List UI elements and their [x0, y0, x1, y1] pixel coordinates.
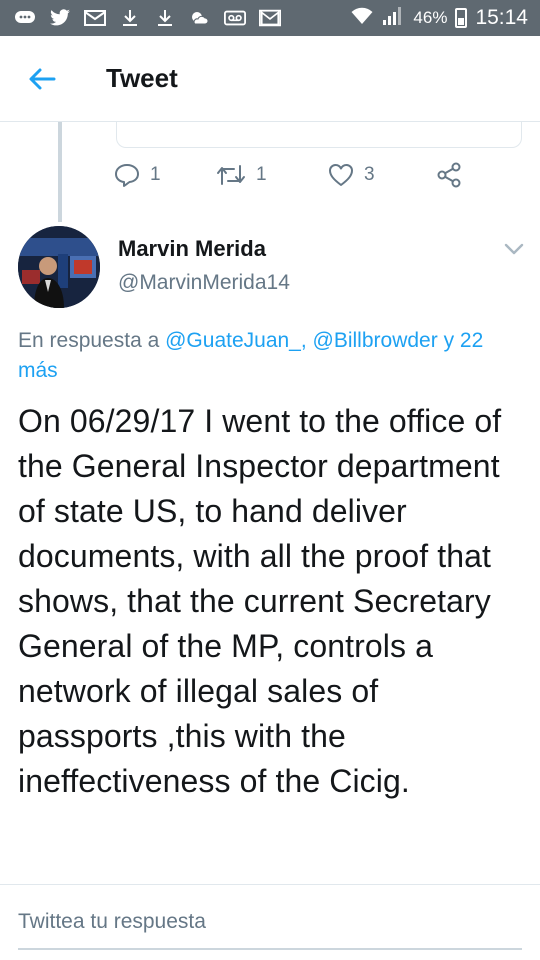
tweet-menu-button[interactable]	[500, 238, 528, 260]
top-app-bar: Tweet	[0, 36, 540, 122]
download-icon	[154, 9, 176, 27]
heart-icon	[329, 164, 353, 186]
replying-to: En respuesta a @GuateJuan_, @Billbrowder…	[18, 326, 528, 386]
tweet-text: On 06/29/17 I went to the office of the …	[18, 403, 502, 799]
twitter-bird-icon	[49, 9, 71, 27]
mail-icon	[84, 9, 106, 27]
chat-icon	[14, 9, 36, 27]
share-icon	[437, 162, 461, 188]
share-button[interactable]	[436, 162, 462, 188]
page-title: Tweet	[106, 63, 178, 93]
author-handle[interactable]: @MarvinMerida14	[118, 271, 290, 295]
mention-link[interactable]: @GuateJuan_,	[165, 329, 307, 352]
download-icon	[119, 9, 141, 27]
back-arrow-icon	[29, 68, 56, 89]
divider	[0, 884, 540, 885]
retweet-count: 1	[256, 164, 267, 185]
thread-connector-line	[58, 122, 62, 222]
replying-to-prefix: En respuesta a	[18, 329, 160, 352]
reply-count: 1	[150, 164, 161, 185]
profile-photo	[18, 226, 100, 308]
weather-icon	[189, 9, 211, 27]
reply-icon	[115, 164, 139, 187]
like-button[interactable]: 3	[328, 163, 436, 187]
wifi-icon	[351, 7, 373, 30]
retweet-button[interactable]: 1	[216, 164, 328, 186]
author-name[interactable]: Marvin Merida	[118, 236, 266, 262]
retweet-icon	[217, 165, 245, 185]
signal-icon	[381, 6, 405, 31]
back-button[interactable]	[12, 49, 72, 109]
battery-icon	[455, 8, 468, 28]
mention-link[interactable]: @Billbrowder	[313, 329, 438, 352]
voicemail-icon	[224, 9, 246, 27]
gmail-icon	[259, 9, 281, 27]
reply-input[interactable]: Twittea tu respuesta	[18, 906, 522, 950]
avatar[interactable]	[18, 226, 100, 308]
battery-percent: 46%	[413, 8, 448, 27]
previous-tweet-actions: 1 1 3	[114, 162, 462, 188]
like-count: 3	[364, 164, 375, 185]
clock: 15:14	[475, 6, 528, 29]
reply-button[interactable]: 1	[114, 163, 216, 187]
status-bar: 46% 15:14	[0, 0, 540, 36]
previous-tweet-card-edge	[116, 122, 522, 148]
chevron-down-icon	[504, 243, 524, 255]
